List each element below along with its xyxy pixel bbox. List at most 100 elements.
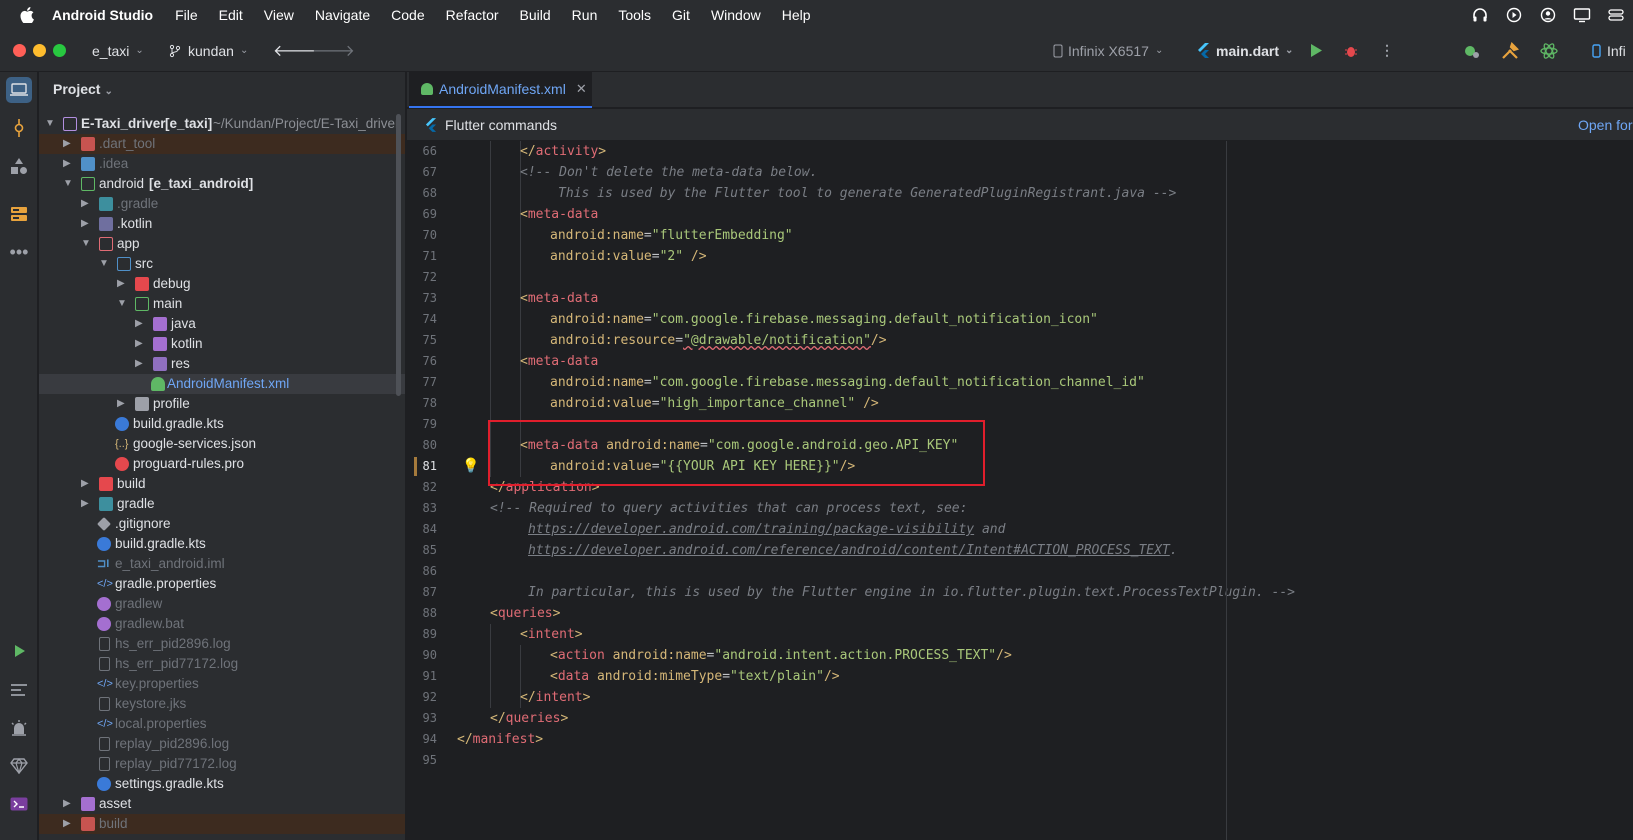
tree-row-keystore[interactable]: keystore.jks (39, 694, 405, 714)
menu-git[interactable]: Git (672, 7, 690, 23)
chevron-right-icon: ▶ (81, 218, 89, 229)
open-for-link[interactable]: Open for (1578, 117, 1632, 133)
menu-file[interactable]: File (175, 7, 198, 23)
apple-logo-icon[interactable] (20, 6, 34, 23)
terminal-tool-button[interactable] (6, 791, 32, 817)
tree-row-proguard[interactable]: proguard-rules.pro (39, 454, 405, 474)
user-circle-icon[interactable] (1531, 7, 1565, 23)
gem-tool-button[interactable] (6, 753, 32, 779)
tree-row-local-properties[interactable]: </> local.properties (39, 714, 405, 734)
tree-row-iml[interactable]: ⊐I e_taxi_android.iml (39, 554, 405, 574)
devtools-button[interactable] (1540, 29, 1558, 72)
project-selector[interactable]: e_taxi ⌄ (92, 29, 144, 72)
tree-row-gradle[interactable]: ▶ gradle (39, 494, 405, 514)
menu-edit[interactable]: Edit (219, 7, 243, 23)
tree-row-app[interactable]: ▼ app (39, 234, 405, 254)
tree-row-gitignore[interactable]: .gitignore (39, 514, 405, 534)
hammer-wrench-icon (1502, 41, 1519, 59)
control-center-icon[interactable] (1599, 7, 1633, 23)
line-number: 91 (422, 669, 437, 683)
tree-row-android[interactable]: ▼ android [e_taxi_android] (39, 174, 405, 194)
tree-row-build[interactable]: ▶ build (39, 814, 405, 834)
play-circle-icon[interactable] (1497, 7, 1531, 23)
tree-row-asset[interactable]: ▶ asset (39, 794, 405, 814)
project-panel-header[interactable]: Project ⌄ (53, 81, 113, 97)
tree-row-kotlin-dir[interactable]: ▶ .kotlin (39, 214, 405, 234)
chevron-down-icon: ⌄ (239, 45, 249, 56)
device-manager-button[interactable]: Infi (1592, 29, 1626, 72)
tree-row-java[interactable]: ▶ java (39, 314, 405, 334)
debug-button[interactable] (1344, 29, 1358, 72)
tree-row-settings-gradle[interactable]: settings.gradle.kts (39, 774, 405, 794)
tree-row-root[interactable]: ▼ E-Taxi_driver [e_taxi] ~/Kundan/Project/E… (39, 114, 405, 134)
menu-window[interactable]: Window (711, 7, 761, 23)
commit-tool-button[interactable] (6, 115, 32, 141)
structure-tool-button[interactable] (6, 201, 32, 227)
tree-row-debug[interactable]: ▶ debug (39, 274, 405, 294)
window-zoom-button[interactable] (53, 44, 66, 57)
close-icon[interactable]: ✕ (576, 81, 587, 97)
tree-row-main[interactable]: ▼ main (39, 294, 405, 314)
line-number: 83 (422, 501, 437, 515)
app-inspection-button[interactable] (1462, 29, 1480, 72)
menu-run[interactable]: Run (572, 7, 598, 23)
run-button[interactable] (1310, 29, 1322, 72)
tree-row-hs-err-1[interactable]: hs_err_pid2896.log (39, 634, 405, 654)
tree-row-hs-err-2[interactable]: hs_err_pid77172.log (39, 654, 405, 674)
tab-android-manifest[interactable]: AndroidManifest.xml ✕ (409, 72, 592, 108)
tree-row-kotlin[interactable]: ▶ kotlin (39, 334, 405, 354)
tree-row-dart-tool[interactable]: ▶ .dart_tool (39, 134, 405, 154)
tree-row-app-build[interactable]: ▶ build (39, 474, 405, 494)
tree-label-module: [e_taxi_android] (149, 176, 254, 191)
folder-icon (99, 197, 113, 211)
menu-code[interactable]: Code (391, 7, 424, 23)
tree-row-replay-1[interactable]: replay_pid2896.log (39, 734, 405, 754)
tree-row-src[interactable]: ▼ src (39, 254, 405, 274)
forward-button[interactable]: 🡒 (312, 29, 355, 72)
back-button[interactable]: 🡐 (273, 29, 316, 72)
project-tool-button[interactable] (6, 77, 32, 103)
tree-row-gradlew[interactable]: gradlew (39, 594, 405, 614)
more-tools-button[interactable]: ••• (6, 239, 32, 265)
device-selector[interactable]: Infinix X6517 ⌄ (1053, 29, 1163, 72)
device-manager-label: Infi (1607, 42, 1626, 59)
tree-row-google-services[interactable]: {..} google-services.json (39, 434, 405, 454)
tree-row-replay-2[interactable]: replay_pid77172.log (39, 754, 405, 774)
more-actions-button[interactable]: ⋮ (1380, 29, 1394, 72)
code-line-93: </queries> (490, 711, 569, 726)
menu-navigate[interactable]: Navigate (315, 7, 370, 23)
tree-row-build-gradle[interactable]: build.gradle.kts (39, 534, 405, 554)
tree-label: hs_err_pid77172.log (115, 656, 239, 671)
run-config-selector[interactable]: main.dart ⌄ (1197, 29, 1293, 72)
logcat-tool-button[interactable] (6, 677, 32, 703)
tree-row-gradlew-bat[interactable]: gradlew.bat (39, 614, 405, 634)
menu-build[interactable]: Build (520, 7, 551, 23)
run-tool-button[interactable] (6, 638, 32, 664)
tree-label: key.properties (115, 676, 199, 691)
window-close-button[interactable] (13, 44, 26, 57)
display-icon[interactable] (1565, 7, 1599, 23)
project-panel-title: Project (53, 81, 101, 97)
menu-tools[interactable]: Tools (618, 7, 651, 23)
module-folder-icon (99, 237, 113, 251)
tree-row-manifest[interactable]: AndroidManifest.xml (39, 374, 405, 394)
tree-row-gradle-dir[interactable]: ▶ .gradle (39, 194, 405, 214)
problems-tool-button[interactable] (6, 715, 32, 741)
branch-selector[interactable]: kundan ⌄ (168, 29, 248, 72)
tree-row-idea[interactable]: ▶ .idea (39, 154, 405, 174)
menu-help[interactable]: Help (782, 7, 811, 23)
app-name[interactable]: Android Studio (52, 7, 153, 23)
tree-row-gradle-properties[interactable]: </> gradle.properties (39, 574, 405, 594)
code-view[interactable]: </activity> <!-- Don't delete the meta-d… (457, 141, 1633, 840)
menu-view[interactable]: View (264, 7, 294, 23)
tree-row-profile[interactable]: ▶ profile (39, 394, 405, 414)
build-tools-button[interactable] (1501, 29, 1519, 72)
window-minimize-button[interactable] (33, 44, 46, 57)
tree-row-key-properties[interactable]: </> key.properties (39, 674, 405, 694)
resource-manager-button[interactable] (6, 153, 32, 179)
tree-row-app-build-gradle[interactable]: build.gradle.kts (39, 414, 405, 434)
tree-row-res[interactable]: ▶ res (39, 354, 405, 374)
menu-refactor[interactable]: Refactor (446, 7, 499, 23)
project-scrollbar[interactable] (396, 114, 401, 396)
headphones-icon[interactable] (1463, 7, 1497, 23)
